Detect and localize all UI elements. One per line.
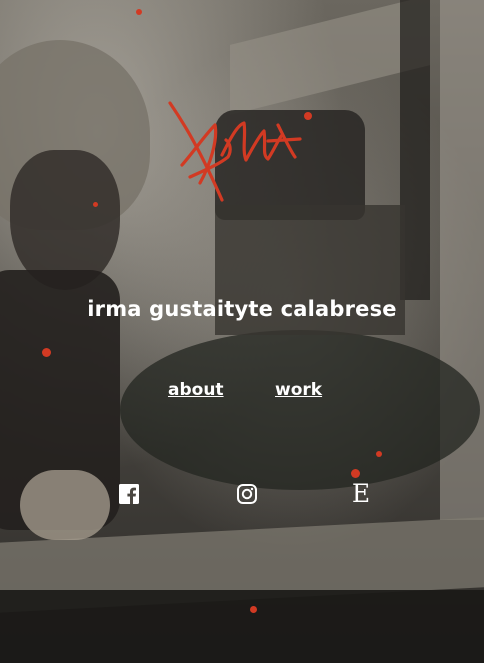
decorative-dot [376, 451, 382, 457]
facebook-icon[interactable] [118, 483, 140, 505]
instagram-icon[interactable] [236, 483, 258, 505]
nav-link-work[interactable]: work [275, 380, 322, 400]
decorative-dot [136, 9, 142, 15]
decorative-dot [250, 606, 257, 613]
decorative-dot [351, 469, 360, 478]
landing-page: irma gustaityte calabrese about work E [0, 0, 484, 663]
background-face [10, 150, 120, 290]
site-title: irma gustaityte calabrese [87, 297, 397, 321]
etsy-icon[interactable]: E [349, 479, 373, 509]
background-hand [20, 470, 110, 540]
decorative-dot [93, 202, 98, 207]
nav-link-about[interactable]: about [168, 380, 224, 400]
background-bush [120, 330, 480, 490]
decorative-dot [42, 348, 51, 357]
decorative-dot [304, 112, 312, 120]
main-nav: about work [0, 380, 484, 406]
signature-logo[interactable] [160, 95, 305, 215]
background-floor [0, 590, 484, 663]
